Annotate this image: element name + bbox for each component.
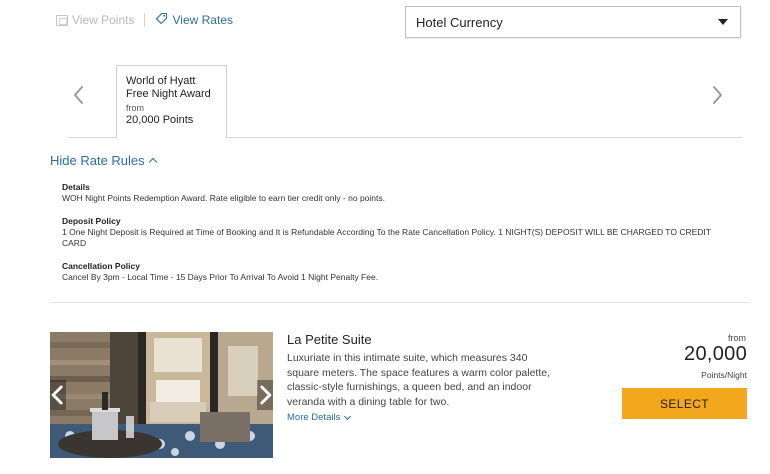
- hide-rate-rules-toggle[interactable]: Hide Rate Rules: [50, 153, 157, 168]
- tag-icon: [155, 12, 168, 28]
- price-from-label: from: [728, 333, 746, 343]
- rate-tab-from: from: [126, 103, 144, 113]
- rate-rules: Details WOH Night Points Redemption Awar…: [62, 182, 730, 295]
- room-description: Luxuriate in this intimate suite, which …: [287, 352, 551, 408]
- chevron-down-icon: [344, 412, 352, 420]
- select-room-button[interactable]: SELECT: [622, 388, 747, 419]
- rate-tab-name-line1: World of Hyatt: [126, 75, 196, 87]
- rate-tab-points: 20,000 Points: [126, 114, 194, 126]
- photo-prev-button[interactable]: [50, 380, 66, 410]
- rule-text: 1 One Night Deposit is Required at Time …: [62, 227, 711, 248]
- chevron-right-icon: [260, 385, 272, 405]
- rule-details: Details WOH Night Points Redemption Awar…: [62, 182, 730, 204]
- chevron-right-icon: [713, 86, 722, 104]
- prev-rate-button[interactable]: [68, 80, 90, 110]
- rule-cancellation-policy: Cancellation Policy Cancel By 3pm - Loca…: [62, 261, 730, 283]
- rate-tab-free-night-award[interactable]: World of Hyatt Free Night Award from 20,…: [116, 65, 227, 138]
- view-rates-label: View Rates: [172, 13, 233, 27]
- toolbar-divider: [144, 13, 146, 27]
- more-details-link[interactable]: More Details: [287, 412, 352, 423]
- rate-tab-name-line2: Free Night Award: [126, 88, 211, 100]
- more-details-label: More Details: [287, 412, 341, 423]
- room-photo-carousel[interactable]: [50, 332, 273, 458]
- photo-next-button[interactable]: [257, 380, 273, 410]
- chevron-up-icon: [148, 157, 157, 167]
- next-rate-button[interactable]: [706, 80, 728, 110]
- chevron-left-icon: [51, 385, 63, 405]
- rule-text: WOH Night Points Redemption Award. Rate …: [62, 193, 385, 203]
- view-points-icon: [56, 14, 68, 26]
- rule-title: Deposit Policy: [62, 216, 121, 226]
- rule-title: Cancellation Policy: [62, 261, 140, 271]
- view-points-link[interactable]: View Points: [56, 13, 134, 27]
- currency-select-value: Hotel Currency: [416, 14, 503, 30]
- price-value: 20,000: [684, 343, 747, 365]
- hide-rate-rules-label: Hide Rate Rules: [50, 153, 145, 168]
- view-toggle: View Points View Rates: [56, 12, 233, 28]
- currency-select[interactable]: Hotel Currency: [405, 6, 741, 38]
- price-unit: Points/Night: [701, 370, 747, 380]
- rule-deposit-policy: Deposit Policy 1 One Night Deposit is Re…: [62, 216, 730, 249]
- chevron-left-icon: [74, 86, 83, 104]
- rule-title: Details: [62, 182, 90, 192]
- rule-text: Cancel By 3pm - Local Time - 15 Days Pri…: [62, 272, 379, 282]
- section-divider: [50, 302, 750, 303]
- view-rates-link[interactable]: View Rates: [155, 12, 233, 28]
- view-points-label: View Points: [72, 13, 135, 27]
- room-title: La Petite Suite: [287, 332, 372, 347]
- room-photo: [50, 332, 273, 458]
- chevron-down-icon: [718, 19, 728, 25]
